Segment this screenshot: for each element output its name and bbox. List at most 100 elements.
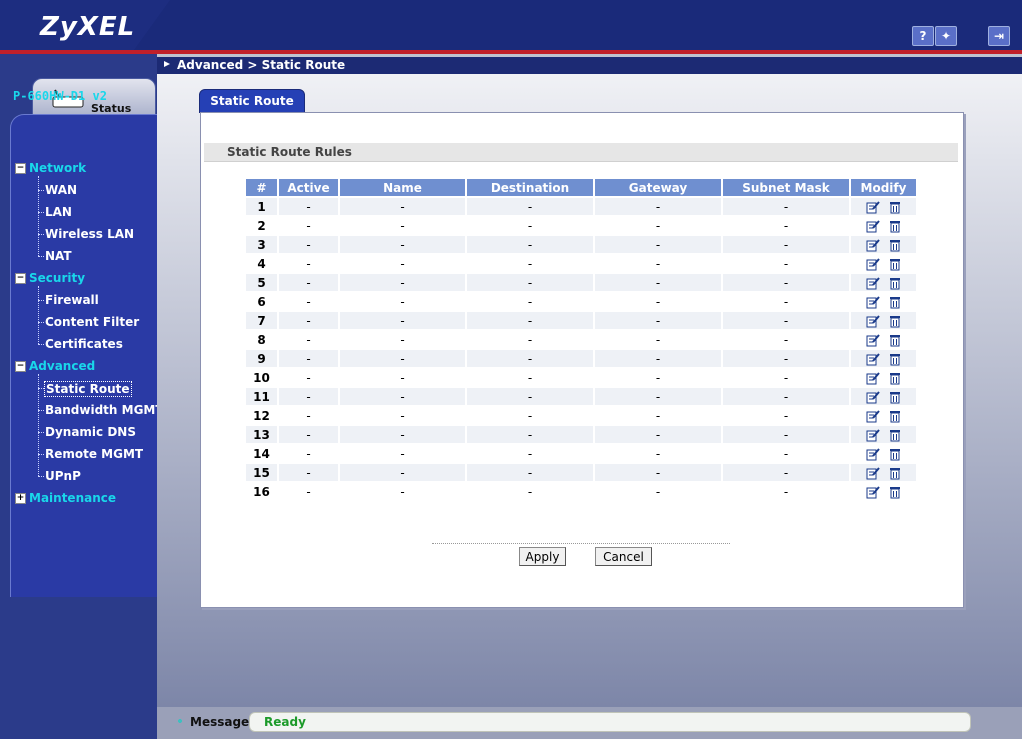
delete-icon[interactable] xyxy=(888,486,902,499)
edit-icon[interactable] xyxy=(866,333,880,347)
edit-icon[interactable] xyxy=(866,276,880,290)
table-row: 9----- xyxy=(246,350,916,367)
edit-icon[interactable] xyxy=(866,219,880,233)
edit-icon[interactable] xyxy=(866,352,880,366)
delete-icon[interactable] xyxy=(888,372,902,385)
help-icon[interactable]: ? xyxy=(912,26,934,46)
menu-group-network[interactable]: Network xyxy=(29,161,86,175)
menu-item-firewall[interactable]: Firewall xyxy=(45,293,99,307)
cell-destination: - xyxy=(467,331,593,348)
table-row: 5----- xyxy=(246,274,916,291)
delete-icon[interactable] xyxy=(888,467,902,480)
menu-item-static-route[interactable]: Static Route xyxy=(44,381,132,397)
table-row: 1----- xyxy=(246,198,916,215)
wizard-icon[interactable]: ✦ xyxy=(935,26,957,46)
cell-active: - xyxy=(279,483,338,500)
menu-item-upnp[interactable]: UPnP xyxy=(45,469,81,483)
menu-item-wireless-lan[interactable]: Wireless LAN xyxy=(45,227,134,241)
cell-active: - xyxy=(279,369,338,386)
edit-icon[interactable] xyxy=(866,238,880,252)
edit-icon[interactable] xyxy=(866,200,880,214)
cell-gateway: - xyxy=(595,388,721,405)
delete-icon[interactable] xyxy=(888,258,902,271)
cell-destination: - xyxy=(467,464,593,481)
cell-modify xyxy=(851,426,916,443)
collapse-security-icon[interactable]: − xyxy=(15,273,26,284)
cell-active: - xyxy=(279,445,338,462)
cell-modify xyxy=(851,217,916,234)
expand-maintenance-icon[interactable]: + xyxy=(15,493,26,504)
cell-number: 4 xyxy=(246,255,277,272)
table-row: 4----- xyxy=(246,255,916,272)
menu-item-bandwidth-mgmt[interactable]: Bandwidth MGMT xyxy=(45,403,164,417)
cell-destination: - xyxy=(467,483,593,500)
edit-icon[interactable] xyxy=(866,314,880,328)
delete-icon[interactable] xyxy=(888,315,902,328)
tree-branch xyxy=(38,234,44,235)
menu-item-remote-mgmt[interactable]: Remote MGMT xyxy=(45,447,143,461)
edit-icon[interactable] xyxy=(866,390,880,404)
edit-icon[interactable] xyxy=(866,409,880,423)
cell-destination: - xyxy=(467,293,593,310)
tree-branch xyxy=(38,454,44,455)
table-body: 1-----2-----3-----4-----5-----6-----7---… xyxy=(246,198,916,500)
delete-icon[interactable] xyxy=(888,296,902,309)
menu-item-certificates[interactable]: Certificates xyxy=(45,337,123,351)
cancel-button[interactable]: Cancel xyxy=(595,547,652,566)
tab-static-route[interactable]: Static Route xyxy=(199,89,305,113)
message-label: Message xyxy=(190,715,250,729)
table-header-row: # Active Name Destination Gateway Subnet… xyxy=(246,179,916,196)
col-header-number: # xyxy=(246,179,277,196)
table-row: 15- - - - - xyxy=(246,464,916,481)
tree-branch xyxy=(38,212,44,213)
cell-modify xyxy=(851,483,916,500)
cell-active: - xyxy=(279,198,338,215)
cell-subnet-mask: - xyxy=(723,426,849,443)
delete-icon[interactable] xyxy=(888,277,902,290)
cell-active: - xyxy=(279,236,338,253)
logout-icon[interactable]: ⇥ xyxy=(988,26,1010,46)
delete-icon[interactable] xyxy=(888,391,902,404)
delete-icon[interactable] xyxy=(888,448,902,461)
edit-icon[interactable] xyxy=(866,371,880,385)
edit-icon[interactable] xyxy=(866,466,880,480)
menu-item-dynamic-dns[interactable]: Dynamic DNS xyxy=(45,425,136,439)
table-row: 16- - - - - xyxy=(246,483,916,500)
menu-group-security[interactable]: Security xyxy=(29,271,85,285)
table-row: 11- - - - - xyxy=(246,388,916,405)
apply-button[interactable]: Apply xyxy=(519,547,566,566)
delete-icon[interactable] xyxy=(888,201,902,214)
cell-modify xyxy=(851,407,916,424)
menu-item-lan[interactable]: LAN xyxy=(45,205,72,219)
menu-item-nat[interactable]: NAT xyxy=(45,249,72,263)
cell-modify xyxy=(851,293,916,310)
collapse-network-icon[interactable]: − xyxy=(15,163,26,174)
cell-subnet-mask: - xyxy=(723,236,849,253)
edit-icon[interactable] xyxy=(866,257,880,271)
delete-icon[interactable] xyxy=(888,220,902,233)
cell-number: 16 xyxy=(246,483,277,500)
delete-icon[interactable] xyxy=(888,410,902,423)
cell-subnet-mask: - xyxy=(723,293,849,310)
cell-destination: - xyxy=(467,236,593,253)
tree-branch xyxy=(38,190,44,191)
edit-icon[interactable] xyxy=(866,485,880,499)
cell-number: 5 xyxy=(246,274,277,291)
cell-destination: - xyxy=(467,407,593,424)
delete-icon[interactable] xyxy=(888,429,902,442)
cell-modify xyxy=(851,350,916,367)
delete-icon[interactable] xyxy=(888,353,902,366)
collapse-advanced-icon[interactable]: − xyxy=(15,361,26,372)
edit-icon[interactable] xyxy=(866,447,880,461)
cell-number: 13 xyxy=(246,426,277,443)
delete-icon[interactable] xyxy=(888,239,902,252)
cell-gateway: - xyxy=(595,407,721,424)
menu-item-wan[interactable]: WAN xyxy=(45,183,77,197)
menu-group-maintenance[interactable]: Maintenance xyxy=(29,491,116,505)
edit-icon[interactable] xyxy=(866,428,880,442)
menu-item-content-filter[interactable]: Content Filter xyxy=(45,315,139,329)
menu-group-advanced[interactable]: Advanced xyxy=(29,359,95,373)
edit-icon[interactable] xyxy=(866,295,880,309)
delete-icon[interactable] xyxy=(888,334,902,347)
cell-number: 11 xyxy=(246,388,277,405)
